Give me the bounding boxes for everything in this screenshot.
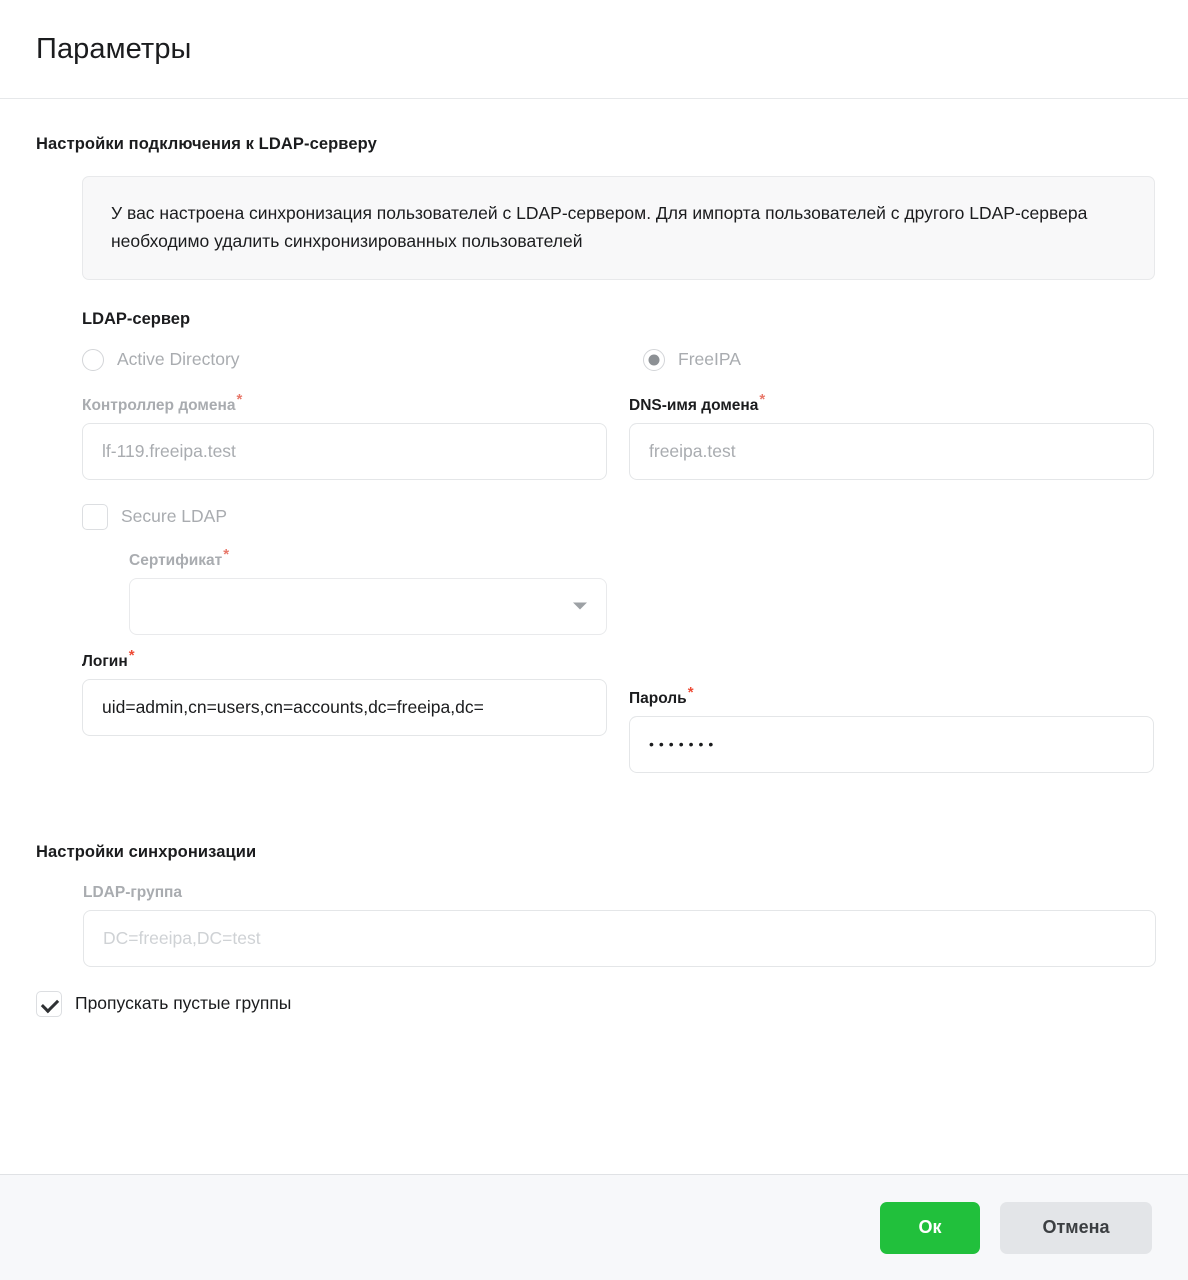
ldap-server-left-column: Active Directory Контроллер домена* lf-1… xyxy=(82,347,607,795)
settings-dialog: Параметры Настройки подключения к LDAP-с… xyxy=(0,0,1188,1280)
required-marker: * xyxy=(128,646,135,664)
skip-empty-groups-checkbox-icon[interactable] xyxy=(36,990,62,1017)
certificate-select-wrap xyxy=(129,577,607,635)
required-marker: * xyxy=(759,390,766,408)
ldap-sync-notice: У вас настроена синхронизация пользовате… xyxy=(82,176,1155,280)
dialog-body: Настройки подключения к LDAP-серверу У в… xyxy=(0,99,1188,1174)
dns-domain-label: DNS-имя домена* xyxy=(629,390,766,414)
ldap-group-field: LDAP-группа DC=freeipa,DC=test xyxy=(83,883,1156,967)
login-label: Логин* xyxy=(82,646,135,670)
login-field: Логин* uid=admin,cn=users,cn=accounts,dc… xyxy=(82,646,607,736)
certificate-field: Сертификат* xyxy=(129,545,607,635)
ldap-server-group-title: LDAP-сервер xyxy=(82,309,191,328)
certificate-label: Сертификат* xyxy=(129,545,230,569)
ok-button[interactable]: Ок xyxy=(880,1201,980,1254)
password-mask: ••••••• xyxy=(649,736,719,753)
cancel-button[interactable]: Отмена xyxy=(1000,1201,1152,1254)
dns-domain-field: DNS-имя домена* freeipa.test xyxy=(629,390,1154,480)
secure-ldap-label: Secure LDAP xyxy=(121,506,228,527)
required-marker: * xyxy=(223,545,230,563)
password-field: Пароль* ••••••• xyxy=(629,683,1154,773)
radio-freeipa-label: FreeIPA xyxy=(678,349,741,370)
right-column-spacer xyxy=(629,502,1154,672)
sync-section: Настройки синхронизации LDAP-группа DC=f… xyxy=(36,842,1156,1019)
domain-controller-input[interactable]: lf-119.freeipa.test xyxy=(82,422,607,480)
skip-empty-groups-checkbox-row[interactable]: Пропускать пустые группы xyxy=(36,989,1155,1019)
certificate-select[interactable] xyxy=(129,577,607,635)
page-title: Параметры xyxy=(36,32,192,65)
dns-domain-input[interactable]: freeipa.test xyxy=(629,422,1154,480)
dialog-footer: Ок Отмена xyxy=(0,1174,1188,1280)
secure-ldap-checkbox-icon[interactable] xyxy=(82,503,108,530)
domain-controller-field: Контроллер домена* lf-119.freeipa.test xyxy=(82,390,607,480)
dialog-header: Параметры xyxy=(0,0,1188,99)
radio-freeipa[interactable]: FreeIPA xyxy=(629,347,1154,373)
ldap-group-input[interactable]: DC=freeipa,DC=test xyxy=(83,909,1156,967)
sync-section-title: Настройки синхронизации xyxy=(36,842,257,861)
radio-active-directory-label: Active Directory xyxy=(117,349,240,370)
ldap-server-columns: Active Directory Контроллер домена* lf-1… xyxy=(82,347,1155,795)
required-marker: * xyxy=(236,390,243,408)
login-input[interactable]: uid=admin,cn=users,cn=accounts,dc=freeip… xyxy=(82,678,607,736)
skip-empty-groups-label: Пропускать пустые группы xyxy=(75,993,292,1014)
radio-active-directory[interactable]: Active Directory xyxy=(82,347,607,373)
domain-controller-label: Контроллер домена* xyxy=(82,390,243,414)
required-marker: * xyxy=(687,683,694,701)
skip-empty-groups-row[interactable]: Пропускать пустые группы xyxy=(36,989,1155,1019)
secure-ldap-checkbox-row[interactable]: Secure LDAP xyxy=(82,502,607,532)
ldap-server-right-column: FreeIPA DNS-имя домена* freeipa.test Пар… xyxy=(629,347,1154,795)
ldap-sync-notice-text: У вас настроена синхронизация пользовате… xyxy=(111,203,1088,252)
radio-freeipa-icon[interactable] xyxy=(643,348,665,371)
radio-active-directory-icon[interactable] xyxy=(82,348,104,371)
password-input[interactable]: ••••••• xyxy=(629,715,1154,773)
ldap-group-label: LDAP-группа xyxy=(83,883,183,901)
ldap-server-block: LDAP-сервер Active Directory Контроллер … xyxy=(82,310,1155,795)
connection-section-title: Настройки подключения к LDAP-серверу xyxy=(36,135,377,153)
chevron-down-icon[interactable] xyxy=(573,602,587,610)
password-label: Пароль* xyxy=(629,683,694,707)
